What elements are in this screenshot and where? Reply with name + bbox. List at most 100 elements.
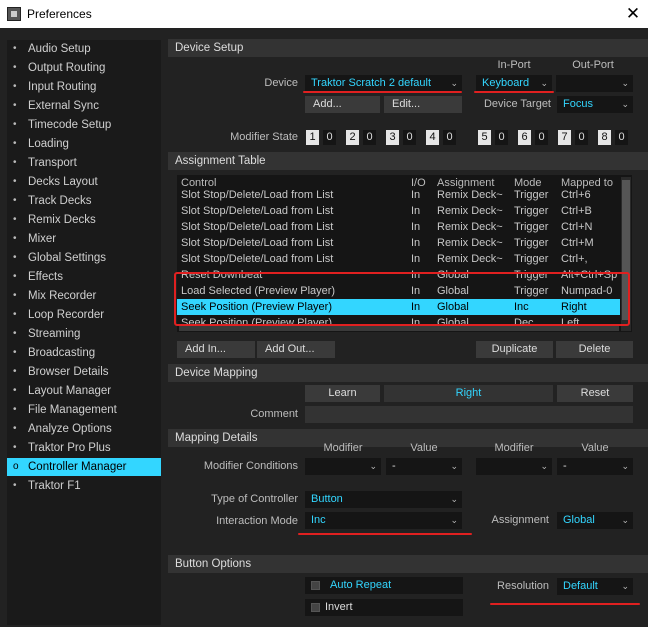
device-target-select[interactable]: Focus ⌄ [557,96,633,113]
sidebar-item[interactable]: • Input Routing [7,78,161,96]
sidebar-item[interactable]: o Controller Manager [7,458,161,476]
sidebar-item[interactable]: • Track Decks [7,192,161,210]
cell-io: In [411,189,421,201]
delete-button[interactable]: Delete [556,341,633,358]
bullet-icon: • [13,138,17,149]
table-row[interactable]: Slot Stop/Delete/Load from List In Remix D… [177,235,620,251]
sidebar-item[interactable]: • Loop Recorder [7,306,161,324]
chevron-down-icon: ⌄ [621,515,629,525]
sidebar-item[interactable]: • Timecode Setup [7,116,161,134]
cell-control: Slot Stop/Delete/Load from List [181,237,334,249]
duplicate-button[interactable]: Duplicate [476,341,553,358]
out-port-select[interactable]: ⌄ [556,75,633,92]
sidebar-item[interactable]: • Traktor Pro Plus [7,439,161,457]
sidebar-item[interactable]: • Loading [7,135,161,153]
type-of-controller-value: Button [311,493,343,505]
condition2-modifier-select[interactable]: ⌄ [476,458,552,475]
sidebar-item[interactable]: • Mixer [7,230,161,248]
bullet-icon: • [13,271,17,282]
learn-button[interactable]: Learn [305,385,380,402]
sidebar-item-label: Loading [28,138,69,150]
in-port-label: In-Port [497,59,531,71]
in-port-select[interactable]: Keyboard ⌄ [476,75,552,92]
add-out-button[interactable]: Add Out... [257,341,335,358]
assignment-select[interactable]: Global ⌄ [557,512,633,529]
sidebar-item-label: Traktor Pro Plus [28,442,111,454]
bullet-icon: • [13,328,17,339]
sidebar-item[interactable]: • Traktor F1 [7,477,161,495]
annotation-underline [490,603,640,605]
sidebar-item[interactable]: • Decks Layout [7,173,161,191]
device-target-label: Device Target [483,98,551,110]
resolution-select[interactable]: Default ⌄ [557,578,633,595]
sidebar-item[interactable]: • Streaming [7,325,161,343]
chevron-down-icon: ⌄ [621,78,629,88]
type-of-controller-select[interactable]: Button ⌄ [305,491,462,508]
condition1-modifier-select[interactable]: ⌄ [305,458,381,475]
reset-button[interactable]: Reset [557,385,633,402]
sidebar-item-label: Remix Decks [28,214,96,226]
comment-label: Comment [250,408,298,420]
add-device-button[interactable]: Add... [305,96,380,113]
sidebar-item[interactable]: • Audio Setup [7,40,161,58]
modifier-header-2: Modifier [494,442,534,454]
sidebar-item[interactable]: • Layout Manager [7,382,161,400]
sidebar-item[interactable]: • Browser Details [7,363,161,381]
table-row[interactable]: Slot Stop/Delete/Load from List In Remix D… [177,219,620,235]
condition2-value-select[interactable]: - ⌄ [557,458,633,475]
interaction-mode-select[interactable]: Inc ⌄ [305,512,462,529]
sidebar-item[interactable]: • Output Routing [7,59,161,77]
invert-checkbox[interactable]: Invert [305,599,463,616]
device-target-value: Focus [563,98,593,110]
device-label: Device [264,77,298,89]
sidebar-item-label: Transport [28,157,77,169]
sidebar-item-label: Global Settings [28,252,106,264]
modifier-number: 1 [306,130,319,145]
sidebar-item[interactable]: • Mix Recorder [7,287,161,305]
sidebar-item[interactable]: • Remix Decks [7,211,161,229]
modifier-number: 8 [598,130,611,145]
condition1-value-select[interactable]: - ⌄ [386,458,462,475]
cell-io: In [411,205,421,217]
add-in-button[interactable]: Add In... [177,341,255,358]
table-row[interactable]: Slot Stop/Delete/Load from List In Remix D… [177,187,620,203]
bullet-icon: • [13,385,17,396]
mapped-to-field[interactable]: Right [384,385,553,402]
sidebar-item-label: Track Decks [28,195,92,207]
sidebar-item-label: Mixer [28,233,57,245]
close-icon[interactable]: ✕ [618,2,648,26]
table-row[interactable]: Slot Stop/Delete/Load from List In Remix D… [177,251,620,267]
app-icon [7,7,21,21]
sidebar-item[interactable]: • Analyze Options [7,420,161,438]
cell-assignment: Remix Deck~ [437,205,503,217]
sidebar-item[interactable]: • File Management [7,401,161,419]
sidebar-item[interactable]: • Broadcasting [7,344,161,362]
sidebar-item[interactable]: • Global Settings [7,249,161,267]
bullet-icon: • [13,404,17,415]
modifier-value: 0 [363,130,376,145]
modifier-number: 7 [558,130,571,145]
condition2-value: - [563,460,567,472]
bullet-icon: • [13,309,17,320]
sidebar-item-label: File Management [28,404,117,416]
comment-input[interactable] [305,406,633,423]
assignment-label: Assignment [491,514,549,526]
sidebar-item-label: Input Routing [28,81,97,93]
sidebar-item[interactable]: • Transport [7,154,161,172]
title-bar: Preferences ✕ [0,0,648,28]
edit-device-button[interactable]: Edit... [384,96,462,113]
sidebar-item[interactable]: • External Sync [7,97,161,115]
table-row[interactable]: Slot Stop/Delete/Load from List In Remix D… [177,203,620,219]
sidebar-item-label: Traktor F1 [28,480,81,492]
modifier-number: 5 [478,130,491,145]
sidebar-item-label: External Sync [28,100,99,112]
sidebar-item[interactable]: • Effects [7,268,161,286]
chevron-down-icon: ⌄ [621,581,629,591]
modifier-number: 4 [426,130,439,145]
bullet-icon: • [13,290,17,301]
auto-repeat-checkbox[interactable]: Auto Repeat [305,577,463,594]
assignment-value: Global [563,514,595,526]
device-select[interactable]: Traktor Scratch 2 default ⌄ [305,75,462,92]
sidebar-item-label: Timecode Setup [28,119,112,131]
sidebar-item-label: Streaming [28,328,81,340]
